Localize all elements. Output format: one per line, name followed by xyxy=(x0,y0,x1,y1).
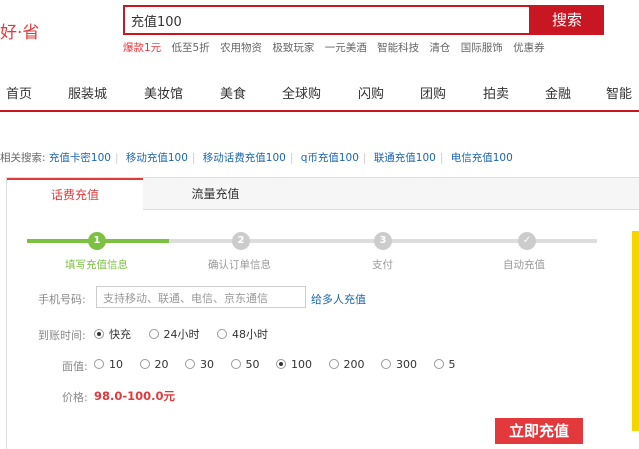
related-link[interactable]: q币充值100 xyxy=(301,152,359,164)
hotword-link[interactable]: 优惠券 xyxy=(513,42,545,54)
time-option-fast[interactable]: 快充 xyxy=(94,326,131,342)
radio-checked-icon xyxy=(94,329,104,339)
related-link[interactable]: 电信充值100 xyxy=(451,152,513,164)
radio-icon xyxy=(185,359,195,369)
related-label: 相关搜索: xyxy=(0,152,46,164)
separator: | xyxy=(191,152,196,164)
value-option-label: 20 xyxy=(154,358,169,371)
nav-item-home[interactable]: 首页 xyxy=(6,83,32,102)
value-option-20[interactable]: 20 xyxy=(139,358,169,371)
site-logo[interactable]: 好·省 xyxy=(0,18,39,43)
hotword-link[interactable]: 一元美酒 xyxy=(325,42,367,54)
hotword-link[interactable]: 农用物资 xyxy=(220,42,262,54)
radio-checked-icon xyxy=(276,359,286,369)
separator: | xyxy=(362,152,367,164)
time-option-label: 快充 xyxy=(109,328,131,341)
step-3-label: 支付 xyxy=(372,259,393,271)
separator: | xyxy=(289,152,294,164)
nav-item-flash[interactable]: 闪购 xyxy=(358,83,384,102)
nav-item-smart[interactable]: 智能 xyxy=(606,83,632,102)
step-4-label: 自动充值 xyxy=(503,259,545,271)
value-option-10[interactable]: 10 xyxy=(94,358,123,371)
radio-icon xyxy=(148,329,159,339)
value-option-label: 5 xyxy=(448,358,456,371)
separator: | xyxy=(114,152,119,164)
value-label: 面值: xyxy=(62,360,88,373)
related-link[interactable]: 移动话费充值100 xyxy=(203,152,286,164)
value-option-label: 10 xyxy=(109,358,123,371)
search-input[interactable]: 充值100 xyxy=(123,5,531,35)
price-value: 98.0-100.0元 xyxy=(94,389,176,403)
tab-phone-recharge[interactable]: 话费充值 xyxy=(7,178,143,211)
recharge-panel: 话费充值 流量充值 1 2 3 ✓ 填写充值信息 确认订单信息 支付 自动充值 … xyxy=(6,177,639,449)
radio-icon xyxy=(217,329,227,339)
value-option-label: 300 xyxy=(396,358,417,371)
time-radio-group: 快充 24小时 48小时 xyxy=(94,326,268,342)
check-icon: ✓ xyxy=(518,232,536,250)
step-2-label: 确认订单信息 xyxy=(208,259,271,271)
hotword-link[interactable]: 国际服饰 xyxy=(461,42,503,54)
value-option-100[interactable]: 100 xyxy=(276,358,312,371)
related-link[interactable]: 移动充值100 xyxy=(126,152,188,164)
value-option-200[interactable]: 200 xyxy=(328,358,365,371)
value-option-label: 30 xyxy=(200,358,214,371)
recharge-now-button[interactable]: 立即充值 xyxy=(495,418,583,444)
nav-item-beauty[interactable]: 美妆馆 xyxy=(144,83,183,102)
tab-data-recharge[interactable]: 流量充值 xyxy=(143,178,288,210)
time-label: 到账时间: xyxy=(38,329,86,342)
related-link[interactable]: 联通充值100 xyxy=(374,152,436,164)
time-option-24h[interactable]: 24小时 xyxy=(148,326,200,342)
hotwords-bar: 爆款1元 低至5折 农用物资 极致玩家 一元美酒 智能科技 清仓 国际服饰 优惠… xyxy=(123,40,552,55)
radio-icon xyxy=(328,359,339,369)
related-link[interactable]: 充值卡密100 xyxy=(49,152,111,164)
nav-item-global[interactable]: 全球购 xyxy=(282,83,321,102)
step-1-circle: 1 xyxy=(88,232,106,250)
nav-item-clothing[interactable]: 服装城 xyxy=(68,83,107,102)
value-option-30[interactable]: 30 xyxy=(185,358,214,371)
time-option-label: 24小时 xyxy=(163,328,200,341)
main-nav: 首页 服装城 美妆馆 美食 全球购 闪购 团购 拍卖 金融 智能 xyxy=(0,70,639,112)
nav-item-auction[interactable]: 拍卖 xyxy=(483,83,509,102)
step-3-circle: 3 xyxy=(374,232,392,250)
value-option-label: 50 xyxy=(245,358,260,371)
nav-item-group[interactable]: 团购 xyxy=(420,83,446,102)
value-radio-group: 10 20 30 50 100 200 300 5 xyxy=(94,358,456,371)
hotword-link[interactable]: 清仓 xyxy=(429,42,450,54)
step-2-circle: 2 xyxy=(232,232,250,250)
radio-icon xyxy=(230,359,241,369)
tab-bar: 话费充值 流量充值 xyxy=(7,178,639,211)
phone-label: 手机号码: xyxy=(38,293,86,306)
hotword-link[interactable]: 智能科技 xyxy=(377,42,419,54)
value-option-300[interactable]: 300 xyxy=(381,358,417,371)
value-option-500[interactable]: 5 xyxy=(433,358,456,371)
related-searches: 相关搜索: 充值卡密100 | 移动充值100 | 移动话费充值100 | q币充值1… xyxy=(0,150,513,165)
multi-recharge-link[interactable]: 给多人充值 xyxy=(311,291,366,307)
hotword-link[interactable]: 低至5折 xyxy=(172,42,210,54)
price-label: 价格: xyxy=(62,391,88,404)
radio-icon xyxy=(381,359,391,369)
step-1-label: 填写充值信息 xyxy=(65,259,128,271)
hotword-link[interactable]: 极致玩家 xyxy=(272,42,314,54)
phone-input[interactable]: 支持移动、联通、电信、京东通信 xyxy=(96,286,306,308)
value-option-label: 100 xyxy=(291,358,312,371)
value-option-label: 200 xyxy=(343,358,365,371)
side-banner-strip xyxy=(632,231,639,431)
time-option-label: 48小时 xyxy=(232,328,268,341)
radio-icon xyxy=(139,359,150,369)
hotword-link[interactable]: 爆款1元 xyxy=(123,42,161,54)
value-option-50[interactable]: 50 xyxy=(230,358,260,371)
time-option-48h[interactable]: 48小时 xyxy=(217,326,268,342)
nav-item-food[interactable]: 美食 xyxy=(220,83,246,102)
nav-item-finance[interactable]: 金融 xyxy=(545,83,571,102)
radio-icon xyxy=(94,359,104,369)
separator: | xyxy=(439,152,444,164)
radio-icon xyxy=(433,359,444,369)
search-button[interactable]: 搜索 xyxy=(530,5,604,35)
